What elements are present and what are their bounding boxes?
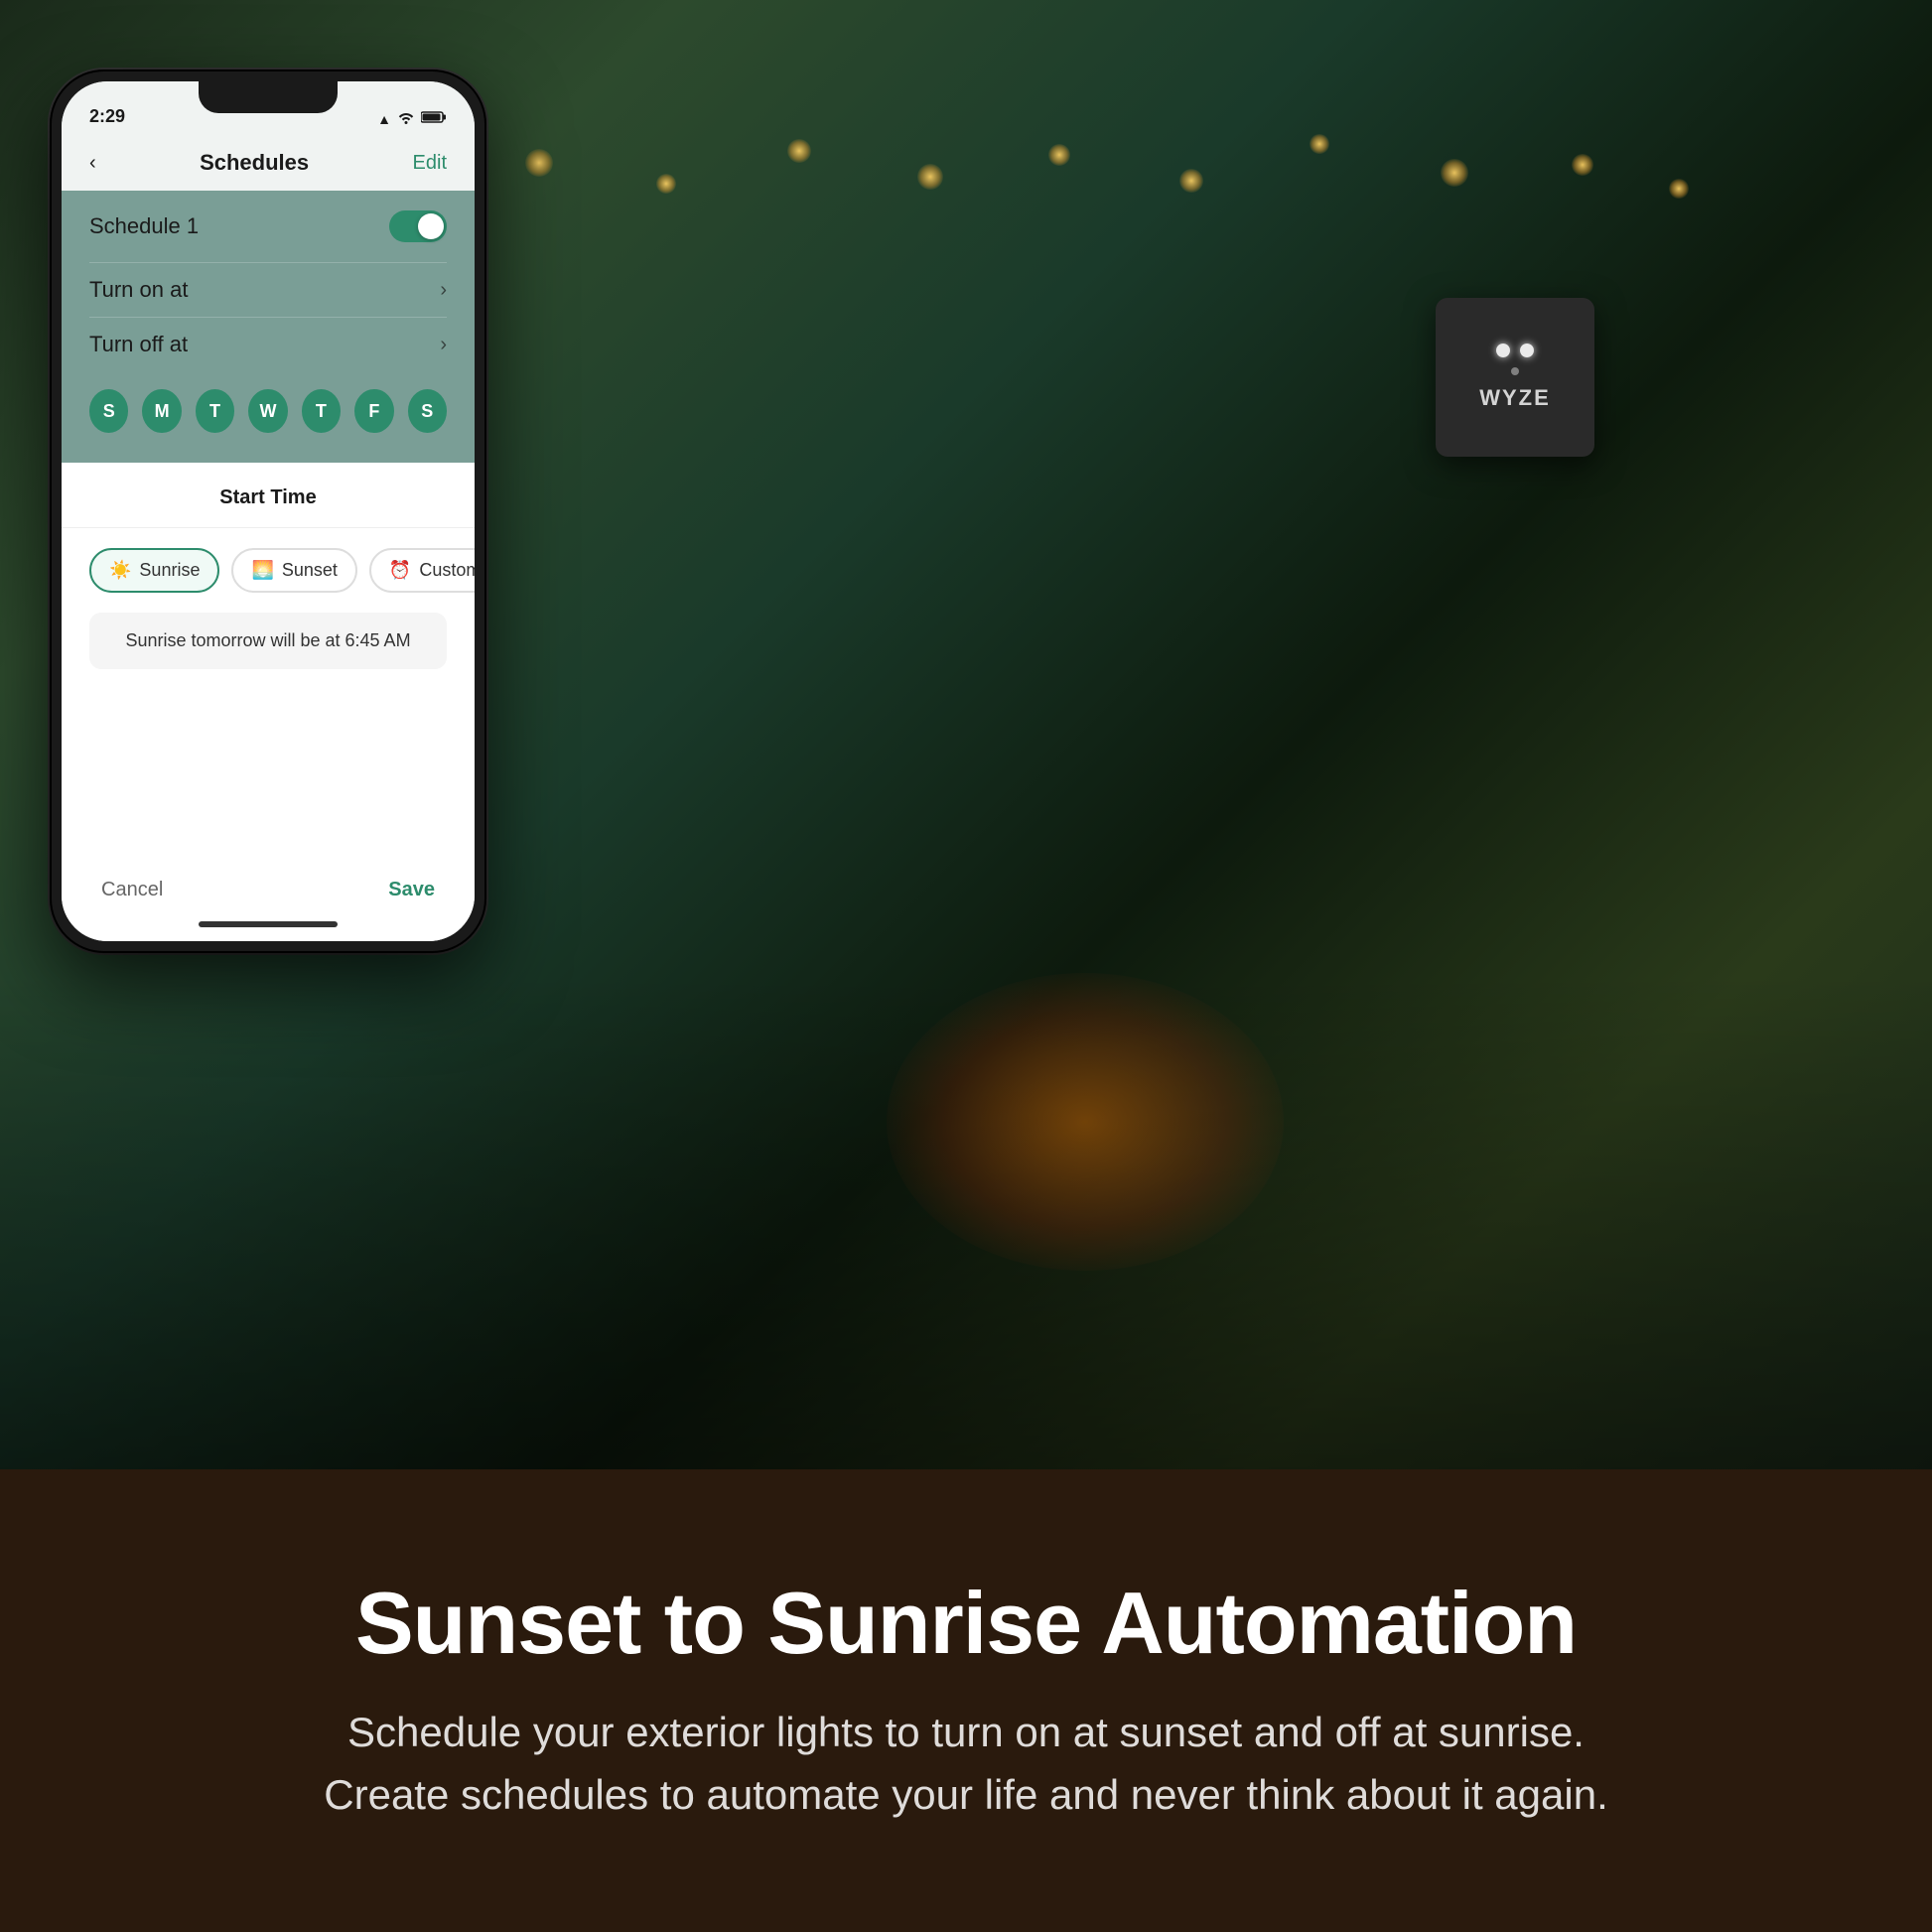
day-thursday[interactable]: T	[302, 389, 341, 433]
phone-mockup: 2:29 ▲ ‹ Schedules Edit	[50, 69, 486, 953]
wyze-status-lights	[1496, 344, 1534, 357]
bottom-text-section: Sunset to Sunrise Automation Schedule yo…	[0, 1469, 1932, 1932]
custom-label: Custom	[419, 560, 475, 581]
save-button[interactable]: Save	[388, 879, 435, 901]
fire-glow	[887, 973, 1284, 1271]
nav-title: Schedules	[200, 150, 309, 176]
home-indicator	[199, 921, 338, 927]
turn-off-row[interactable]: Turn off at ›	[89, 317, 447, 371]
wyze-outdoor-plug: WYZE	[1436, 298, 1594, 477]
sunrise-icon: ☀️	[109, 560, 131, 581]
wyze-brand-logo: WYZE	[1479, 385, 1551, 411]
sheet-title: Start Time	[62, 463, 475, 528]
day-tuesday[interactable]: T	[196, 389, 234, 433]
status-time: 2:29	[89, 106, 125, 127]
edit-button[interactable]: Edit	[413, 152, 447, 175]
day-wednesday[interactable]: W	[248, 389, 287, 433]
phone-notch	[199, 81, 338, 113]
start-time-sheet: Start Time ☀️ Sunrise 🌅 Sunset ⏰ Custom	[62, 463, 475, 941]
status-icons: ▲	[377, 110, 447, 127]
back-button[interactable]: ‹	[89, 152, 96, 175]
phone-frame: 2:29 ▲ ‹ Schedules Edit	[50, 69, 486, 953]
subtitle-line2: Create schedules to automate your life a…	[324, 1771, 1607, 1818]
schedule-toggle[interactable]	[389, 210, 447, 242]
battery-icon	[421, 110, 447, 127]
turn-on-row[interactable]: Turn on at ›	[89, 262, 447, 317]
day-sunday[interactable]: S	[89, 389, 128, 433]
schedule-label: Schedule 1	[89, 213, 199, 239]
day-friday[interactable]: F	[354, 389, 393, 433]
toggle-knob	[418, 213, 444, 239]
turn-off-label: Turn off at	[89, 332, 188, 357]
subtitle: Schedule your exterior lights to turn on…	[324, 1701, 1607, 1826]
sunset-label: Sunset	[282, 560, 338, 581]
sunrise-info-box: Sunrise tomorrow will be at 6:45 AM	[89, 613, 447, 669]
custom-icon: ⏰	[389, 560, 411, 581]
sunset-icon: 🌅	[251, 560, 273, 581]
days-of-week: S M T W T F S	[89, 371, 447, 443]
sunrise-label: Sunrise	[139, 560, 200, 581]
day-monday[interactable]: M	[142, 389, 181, 433]
wifi-icon	[397, 110, 415, 127]
turn-on-label: Turn on at	[89, 277, 188, 303]
phone-screen: 2:29 ▲ ‹ Schedules Edit	[62, 81, 475, 941]
main-title: Sunset to Sunrise Automation	[355, 1576, 1577, 1672]
wyze-indicator-dot	[1511, 367, 1519, 375]
sunrise-option[interactable]: ☀️ Sunrise	[89, 548, 219, 593]
schedule-row: Schedule 1	[89, 210, 447, 242]
custom-option[interactable]: ⏰ Custom	[369, 548, 475, 593]
sunset-option[interactable]: 🌅 Sunset	[231, 548, 356, 593]
wyze-light-1	[1496, 344, 1510, 357]
navigation-bar: ‹ Schedules Edit	[62, 135, 475, 191]
schedules-section: Schedule 1 Turn on at › Turn off at › S …	[62, 191, 475, 463]
subtitle-line1: Schedule your exterior lights to turn on…	[347, 1709, 1585, 1755]
wyze-light-2	[1520, 344, 1534, 357]
sunrise-info-text: Sunrise tomorrow will be at 6:45 AM	[125, 630, 410, 650]
signal-icon: ▲	[377, 111, 391, 127]
turn-on-chevron: ›	[440, 279, 447, 302]
turn-off-chevron: ›	[440, 334, 447, 356]
time-type-selector: ☀️ Sunrise 🌅 Sunset ⏰ Custom	[62, 528, 475, 613]
day-saturday[interactable]: S	[408, 389, 447, 433]
sheet-actions: Cancel Save	[62, 859, 475, 921]
cancel-button[interactable]: Cancel	[101, 879, 163, 901]
